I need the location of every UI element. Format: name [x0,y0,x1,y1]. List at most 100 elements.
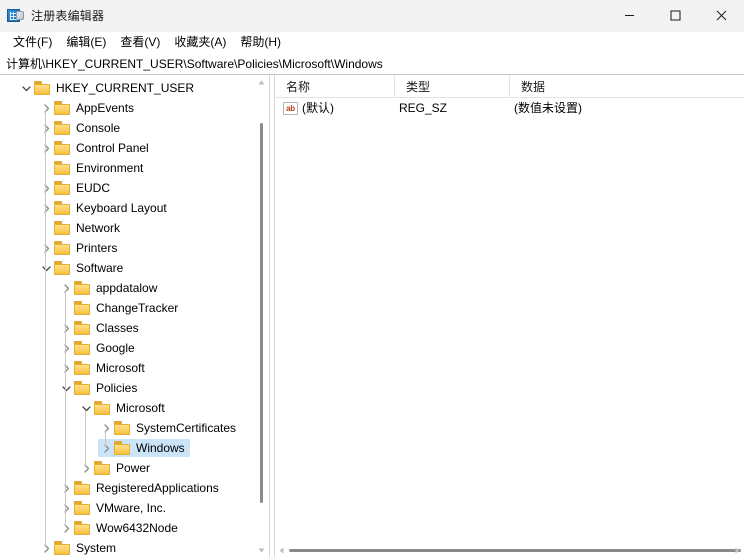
tree-item[interactable]: Power [0,458,255,478]
tree-item-hit[interactable]: Control Panel [38,139,154,157]
tree-item-hit[interactable]: Software [38,259,128,277]
tree-item[interactable]: EUDC [0,178,255,198]
tree-item[interactable]: VMware, Inc. [0,498,255,518]
chevron-right-icon[interactable] [38,239,54,257]
chevron-right-icon[interactable] [38,179,54,197]
tree-item-label: Microsoft [96,361,145,375]
tree-item-hit[interactable]: Environment [38,159,148,177]
scroll-left-arrow-icon[interactable] [275,544,288,557]
menu-item-view[interactable]: 查看(V) [113,33,167,53]
tree-item-hit[interactable]: Policies [58,379,142,397]
chevron-right-icon[interactable] [58,359,74,377]
tree-item[interactable]: Wow6432Node [0,518,255,538]
tree-item-hit[interactable]: appdatalow [58,279,162,297]
tree-item-hit[interactable]: HKEY_CURRENT_USER [18,79,199,97]
close-button[interactable] [698,0,744,31]
chevron-down-icon[interactable] [38,259,54,277]
values-scroll-thumb[interactable] [289,549,741,552]
folder-icon [94,461,111,475]
tree-scroll-thumb[interactable] [260,123,263,503]
tree-vertical-scrollbar[interactable] [255,75,268,557]
tree-item[interactable]: SystemCertificates [0,418,255,438]
tree-item[interactable]: Google [0,338,255,358]
menu-item-edit[interactable]: 编辑(E) [59,33,113,53]
tree-item[interactable]: Policies [0,378,255,398]
values-column-header: 名称 类型 数据 [275,75,744,98]
column-header-type[interactable]: 类型 [395,75,510,97]
tree-item[interactable]: Control Panel [0,138,255,158]
values-list: ab (默认) REG_SZ (数值未设置) [275,98,744,544]
tree-item[interactable]: appdatalow [0,278,255,298]
tree-item[interactable]: Classes [0,318,255,338]
column-header-data[interactable]: 数据 [510,75,744,97]
chevron-right-icon[interactable] [58,479,74,497]
tree-item[interactable]: Microsoft [0,358,255,378]
registry-tree-pane: HKEY_CURRENT_USER AppEvents Console Control… [0,75,269,557]
chevron-right-icon[interactable] [38,539,54,557]
tree-item[interactable]: Microsoft [0,398,255,418]
address-bar[interactable]: 计算机\HKEY_CURRENT_USER\Software\Policies\… [0,53,744,75]
tree-item[interactable]: Software [0,258,255,278]
scroll-right-arrow-icon[interactable] [731,544,744,557]
tree-item[interactable]: RegisteredApplications [0,478,255,498]
tree-item-hit[interactable]: Keyboard Layout [38,199,172,217]
value-row[interactable]: ab (默认) REG_SZ (数值未设置) [275,98,744,118]
tree-item[interactable]: Windows [0,438,255,458]
chevron-right-icon[interactable] [98,419,114,437]
scroll-down-arrow-icon[interactable] [255,543,268,557]
tree-item-hit[interactable]: Console [38,119,125,137]
tree-item[interactable]: System [0,538,255,557]
chevron-right-icon[interactable] [38,199,54,217]
tree-item[interactable]: ChangeTracker [0,298,255,318]
chevron-right-icon[interactable] [58,499,74,517]
tree-item-hit[interactable]: AppEvents [38,99,139,117]
tree-item-hit[interactable]: Classes [58,319,144,337]
folder-icon [94,401,111,415]
tree-item-hit[interactable]: Windows [98,439,190,457]
tree-item-label: RegisteredApplications [96,481,219,495]
chevron-down-icon[interactable] [18,79,34,97]
tree-item-hit[interactable]: Printers [38,239,122,257]
tree-item[interactable]: HKEY_CURRENT_USER [0,78,255,98]
chevron-right-icon[interactable] [78,459,94,477]
tree-item[interactable]: AppEvents [0,98,255,118]
tree-item-hit[interactable]: VMware, Inc. [58,499,171,517]
chevron-down-icon[interactable] [78,399,94,417]
chevron-right-icon[interactable] [98,439,114,457]
values-horizontal-scrollbar[interactable] [275,544,744,557]
tree-item[interactable]: Environment [0,158,255,178]
tree-item[interactable]: Console [0,118,255,138]
menu-item-favorites[interactable]: 收藏夹(A) [167,33,233,53]
folder-icon [54,201,71,215]
tree-item-hit[interactable]: Google [58,339,140,357]
tree-item-hit[interactable]: Wow6432Node [58,519,183,537]
tree-item-hit[interactable]: SystemCertificates [98,419,241,437]
column-header-name[interactable]: 名称 [275,75,395,97]
minimize-button[interactable] [606,0,652,31]
menu-item-file[interactable]: 文件(F) [6,33,59,53]
tree-item-hit[interactable]: System [38,539,121,557]
tree-item-hit[interactable]: Microsoft [78,399,170,417]
tree-item-hit[interactable]: EUDC [38,179,115,197]
chevron-right-icon[interactable] [38,139,54,157]
folder-icon [74,381,91,395]
chevron-right-icon[interactable] [38,99,54,117]
tree-item-hit[interactable]: ChangeTracker [58,299,183,317]
maximize-button[interactable] [652,0,698,31]
chevron-right-icon[interactable] [38,119,54,137]
chevron-down-icon[interactable] [58,379,74,397]
tree-item-hit[interactable]: Microsoft [58,359,150,377]
folder-icon [54,121,71,135]
chevron-right-icon[interactable] [58,339,74,357]
tree-item[interactable]: Printers [0,238,255,258]
chevron-right-icon[interactable] [58,279,74,297]
tree-item[interactable]: Network [0,218,255,238]
tree-item-hit[interactable]: Power [78,459,155,477]
chevron-right-icon[interactable] [58,519,74,537]
chevron-right-icon [38,219,54,237]
menu-item-help[interactable]: 帮助(H) [233,33,288,53]
chevron-right-icon[interactable] [58,319,74,337]
tree-item-hit[interactable]: Network [38,219,125,237]
tree-item-hit[interactable]: RegisteredApplications [58,479,224,497]
tree-item[interactable]: Keyboard Layout [0,198,255,218]
